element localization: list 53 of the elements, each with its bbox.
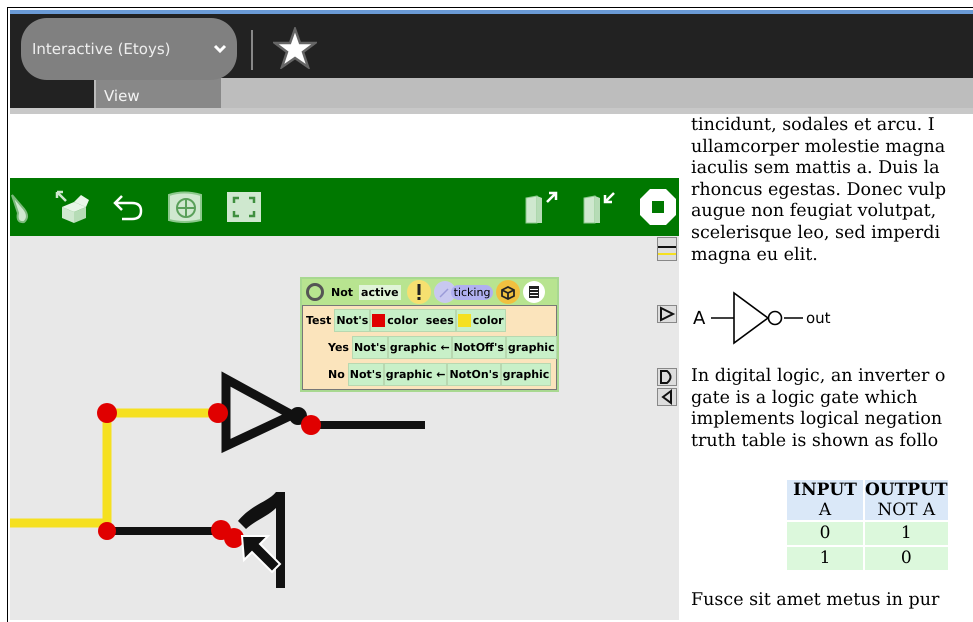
color-tile[interactable]: color sees	[370, 309, 456, 332]
script-name: Not	[331, 286, 354, 298]
wire-tool-icon[interactable]	[657, 237, 677, 261]
globe-icon[interactable]	[166, 190, 204, 224]
chevron-down-icon	[213, 44, 227, 54]
script-tile[interactable]: graphic ←	[384, 363, 448, 386]
box-icon[interactable]	[54, 189, 90, 225]
connector-dot[interactable]	[97, 403, 117, 423]
article-paragraph: tincidunt, sodales et arcu. I ullamcorper molestie magna iaculis sem mattis a. Duis la rhoncus egestas. Donec vulp augue non feugiat volutpat, scelerisque leo, sed imperdi magna eu elit.	[691, 115, 948, 266]
script-row-label: No	[328, 368, 345, 381]
script-tile[interactable]: Not's	[334, 309, 370, 332]
buffer-gate-icon[interactable]	[657, 305, 677, 323]
script-tile[interactable]: graphic ←	[388, 336, 452, 359]
color-swatch[interactable]	[372, 314, 386, 327]
fullscreen-icon[interactable]	[226, 191, 262, 223]
script-tile[interactable]: Not's	[348, 363, 384, 386]
script-status[interactable]: active	[359, 284, 401, 300]
not-gate-icon[interactable]	[657, 388, 677, 406]
menu-circle-icon[interactable]	[305, 282, 325, 302]
exclamation-icon[interactable]	[406, 280, 431, 304]
input-label: A	[693, 308, 706, 330]
script-tile[interactable]: NotOff's	[452, 336, 506, 359]
connector-dot[interactable]	[98, 522, 116, 540]
partial-gate-drawing[interactable]	[238, 492, 285, 588]
color-swatch[interactable]	[458, 314, 471, 327]
table-cell: 0	[865, 546, 948, 570]
ticking-button[interactable]: ticking	[450, 284, 494, 300]
article-paragraph: Fusce sit amet metus in pur	[691, 590, 940, 612]
menu-icon[interactable]	[523, 281, 546, 303]
output-label: out	[806, 309, 831, 328]
box-icon[interactable]	[496, 280, 520, 304]
table-cell: 1	[787, 546, 863, 570]
article-paragraph: In digital logic, an inverter o gate is a logic gate which implements logical negation truth table is shown as follo	[691, 366, 946, 453]
table-header: INPUT A	[787, 480, 863, 520]
script-tile[interactable]: Not's	[352, 336, 388, 359]
script-row-label: Yes	[328, 341, 349, 354]
script-row-label: Test	[306, 314, 332, 327]
table-cell: 0	[787, 522, 863, 545]
script-tile[interactable]: graphic	[506, 336, 557, 359]
table-header: OUTPUT NOT A	[865, 480, 948, 520]
book-export-icon[interactable]	[523, 189, 559, 225]
book-import-icon[interactable]	[581, 189, 617, 225]
script-tile[interactable]: graphic	[500, 363, 552, 386]
color-tile[interactable]: color	[456, 309, 506, 332]
stop-icon[interactable]	[639, 188, 677, 226]
undo-icon[interactable]	[112, 192, 144, 222]
connector-dot[interactable]	[224, 528, 244, 548]
star-icon[interactable]	[273, 27, 317, 69]
mouse-pointer-icon	[240, 535, 282, 574]
and-gate-icon[interactable]	[657, 368, 677, 386]
script-tile[interactable]: NotOn's	[447, 363, 501, 386]
inverter-gate-drawing[interactable]	[208, 371, 321, 454]
table-cell: 1	[865, 522, 948, 545]
